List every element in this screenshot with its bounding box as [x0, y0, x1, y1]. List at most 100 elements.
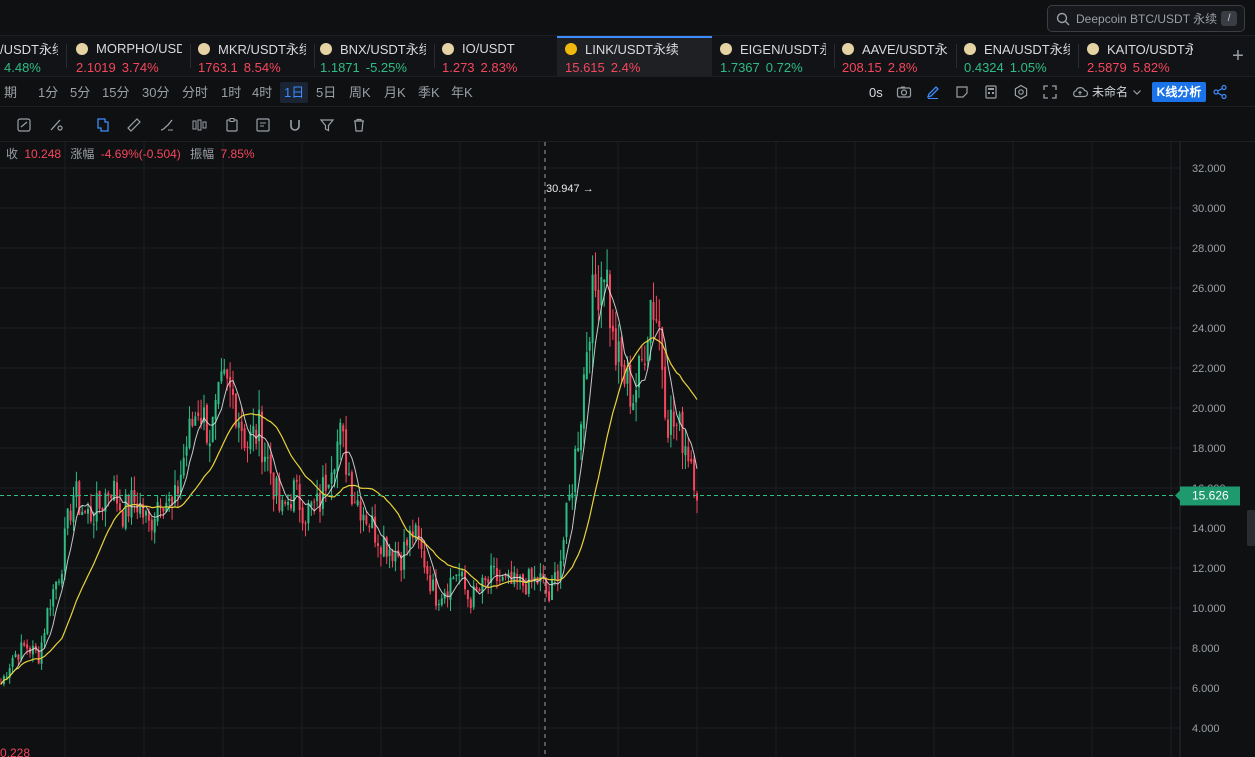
y-tick-label: 26.000 [1192, 283, 1226, 295]
ticker-tab-5[interactable]: LINK/USDT永续 15.615 2.4% [557, 36, 712, 77]
tab-separator [190, 44, 191, 68]
trash-icon[interactable] [351, 117, 367, 133]
magnet-icon[interactable] [287, 117, 303, 133]
candle-body [278, 478, 281, 511]
fullscreen-icon[interactable] [1042, 84, 1058, 100]
cursor-select-icon[interactable] [95, 117, 111, 133]
candle-body [266, 457, 269, 459]
candle-body [606, 269, 609, 283]
candle-body [336, 441, 339, 472]
ticker-tab-0[interactable]: /USDT永续 4.48% [0, 36, 58, 77]
interval-11[interactable]: 月K [380, 82, 410, 103]
clipboard-icon[interactable] [224, 117, 240, 133]
interval-3[interactable]: 15分 [98, 82, 133, 103]
candle-body [368, 526, 371, 528]
candle-body [226, 369, 229, 379]
ticker-tab-2[interactable]: MKR/USDT永续 1763.1 8.54% [198, 36, 306, 77]
interval-12[interactable]: 季K [414, 82, 444, 103]
filter-icon[interactable] [319, 117, 335, 133]
note-icon[interactable] [255, 117, 271, 133]
candle-body [687, 446, 690, 462]
interval-7[interactable]: 4时 [248, 82, 276, 103]
candle-body [191, 418, 194, 426]
candle-body [179, 474, 182, 493]
interval-8[interactable]: 1日 [280, 82, 309, 103]
interval-5[interactable]: 分时 [178, 82, 212, 103]
layout-name-dropdown[interactable]: 未命名 [1092, 82, 1128, 103]
share-icon[interactable] [1212, 84, 1228, 100]
interval-13[interactable]: 年K [447, 82, 477, 103]
ticker-name: EIGEN/USDT永续 [740, 42, 826, 57]
ticker-symbol: EIGEN/USDT永续 [720, 40, 826, 57]
ticker-tab-7[interactable]: AAVE/USDT永续 208.15 2.8% [842, 36, 948, 77]
interval-1[interactable]: 1分 [34, 82, 62, 103]
chart-area[interactable]: 32.000 30.000 28.000 26.000 24.000 22.000 20.0… [0, 142, 1255, 757]
price-scale-handle[interactable] [1247, 510, 1255, 546]
candle-body [348, 473, 350, 475]
candle-body [658, 320, 661, 327]
add-tab-button[interactable]: + [1221, 36, 1255, 77]
candle-body [124, 494, 127, 529]
ticker-name: ENA/USDT永续 [984, 42, 1070, 57]
candle-body [374, 516, 377, 543]
y-tick-label: 12.000 [1192, 563, 1226, 575]
pencil-icon[interactable] [925, 84, 941, 100]
candle-body [394, 552, 397, 562]
candle-body [324, 474, 327, 491]
amplitude-label: 振幅 [190, 147, 215, 161]
interval-9[interactable]: 5日 [312, 82, 340, 103]
candle-body [287, 501, 290, 506]
ticker-tab-9[interactable]: KAITO/USDT永续 2.5879 5.82% [1087, 36, 1193, 77]
chevron-down-icon[interactable] [1132, 84, 1142, 100]
interval-0[interactable]: 期 [0, 82, 21, 103]
ticker-name: IO/USDT [462, 41, 515, 56]
candle-body [464, 571, 466, 590]
drawing-toolbar [0, 108, 1255, 142]
coin-icon [320, 42, 332, 55]
interval-6[interactable]: 1时 [217, 82, 245, 103]
cloud-upload-icon[interactable] [1071, 84, 1089, 100]
candle-body [664, 366, 667, 418]
candle-body [466, 590, 469, 600]
y-tick-label: 14.000 [1192, 523, 1226, 535]
kline-analysis-button[interactable]: K线分析 [1152, 82, 1206, 102]
hide-drawings-icon[interactable] [48, 117, 64, 133]
candle-body [614, 328, 617, 365]
ticker-change: 1.05% [1009, 60, 1047, 75]
candle-body [121, 511, 124, 527]
candle-body [49, 608, 52, 610]
ticker-values: 15.615 2.4% [565, 60, 712, 76]
calculator-icon[interactable] [983, 84, 999, 100]
ticker-tab-1[interactable]: MORPHO/USDT 2.1019 3.74% [76, 36, 182, 77]
ticker-change: 0.72% [765, 60, 803, 75]
candle-body [69, 510, 72, 521]
sync-drawings-icon[interactable] [16, 117, 32, 133]
candle-body [208, 443, 211, 447]
ruler-icon[interactable] [126, 117, 142, 133]
interval-4[interactable]: 30分 [138, 82, 173, 103]
template-icon[interactable] [954, 84, 970, 100]
ticker-tab-8[interactable]: ENA/USDT永续 0.4324 1.05% [964, 36, 1070, 77]
symbol-search[interactable]: Deepcoin BTC/USDT 永续 / [1047, 5, 1245, 32]
candle-body [182, 457, 185, 476]
candle-body [475, 587, 478, 590]
settings-gear-icon[interactable] [1013, 84, 1029, 100]
camera-icon[interactable] [896, 84, 912, 100]
brush-icon[interactable] [159, 117, 175, 133]
candle-body [672, 411, 675, 427]
candle-body [667, 419, 669, 438]
candle-body [20, 642, 23, 660]
interval-2[interactable]: 5分 [66, 82, 94, 103]
y-tick-label: 28.000 [1192, 243, 1226, 255]
ticker-tab-4[interactable]: IO/USDT 1.273 2.83% [442, 36, 542, 77]
change-label: 涨幅 [70, 147, 95, 161]
interval-10[interactable]: 周K [345, 82, 375, 103]
candles-icon[interactable] [191, 117, 207, 133]
ticker-values: 0.4324 1.05% [964, 60, 1070, 76]
ticker-tab-6[interactable]: EIGEN/USDT永续 1.7367 0.72% [720, 36, 826, 77]
ticker-symbol: BNX/USDT永续 [320, 40, 426, 57]
candlestick-chart[interactable]: 32.000 30.000 28.000 26.000 24.000 22.000 20.0… [0, 142, 1255, 757]
ticker-tabs: /USDT永续 4.48% MORPHO/USDT 2.1019 3.74% MKR/US… [0, 36, 1255, 77]
ticker-tab-3[interactable]: BNX/USDT永续 1.1871 -5.25% [320, 36, 426, 77]
coin-icon [76, 42, 88, 55]
